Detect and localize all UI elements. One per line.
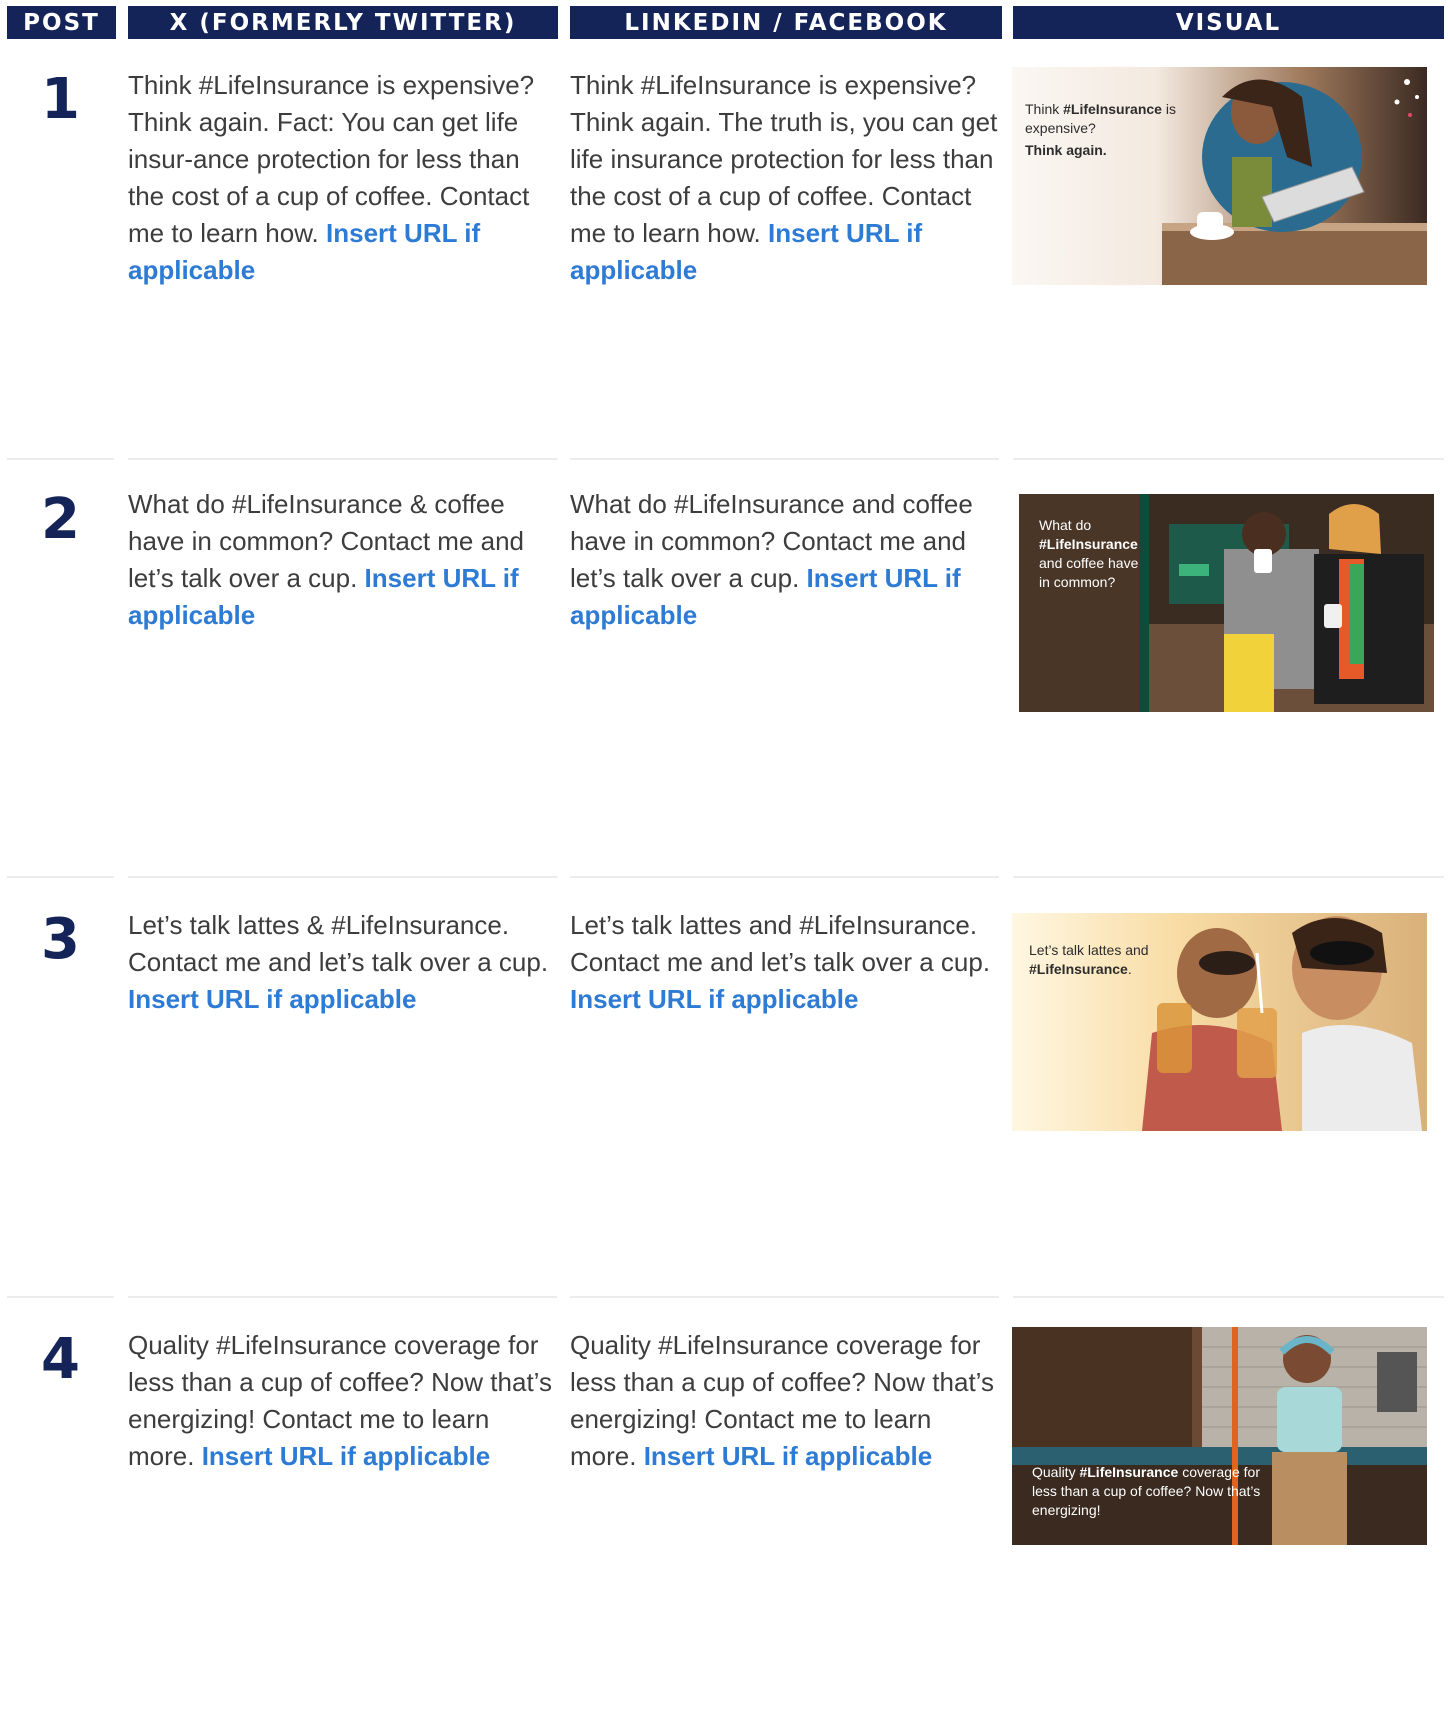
x-post-text: Let’s talk lattes & #LifeInsurance. Cont… — [128, 907, 556, 1018]
caption-text: . — [1127, 961, 1132, 977]
x-post-text: Quality #LifeInsurance coverage for less… — [128, 1327, 560, 1475]
caption-hashtag: #LifeInsurance — [1029, 961, 1128, 977]
row-divider — [128, 1296, 557, 1298]
insert-url-link[interactable]: Insert URL if applicable — [202, 1441, 490, 1471]
post-number: 1 — [41, 67, 80, 132]
row-divider — [570, 1296, 999, 1298]
caption-text: What do — [1039, 517, 1092, 533]
caption-hashtag: #LifeInsurance — [1039, 536, 1138, 552]
post-visual-image: What do #LifeInsurance and coffee have i… — [1019, 494, 1434, 712]
row-divider — [128, 876, 557, 878]
row-divider — [128, 458, 557, 460]
post-copy: Let’s talk lattes and #LifeInsurance. Co… — [570, 910, 991, 977]
post-visual-image: Quality #LifeInsurance coverage for less… — [1012, 1327, 1427, 1545]
visual-caption: Think #LifeInsurance is expensive? Think… — [1025, 100, 1185, 160]
row-divider — [1013, 1296, 1444, 1298]
row-divider — [1013, 458, 1444, 460]
header-visual: VISUAL — [1013, 6, 1444, 39]
insert-url-link[interactable]: Insert URL if applicable — [128, 984, 416, 1014]
linkedin-post-text: What do #LifeInsurance and coffee have i… — [570, 486, 1000, 634]
insert-url-link[interactable]: Insert URL if applicable — [644, 1441, 932, 1471]
caption-text: Let’s talk lattes and — [1029, 942, 1149, 958]
post-number: 3 — [41, 907, 80, 972]
caption-text: Think again. — [1025, 142, 1107, 158]
post-visual-image: Let’s talk lattes and #LifeInsurance. — [1012, 913, 1427, 1131]
caption-text: Quality — [1032, 1464, 1076, 1480]
row-divider — [7, 458, 114, 460]
post-number: 4 — [41, 1327, 80, 1392]
header-x: X (FORMERLY TWITTER) — [128, 6, 558, 39]
row-divider — [1013, 876, 1444, 878]
post-visual-image: Think #LifeInsurance is expensive? Think… — [1012, 67, 1427, 285]
caption-hashtag: #LifeInsurance — [1063, 101, 1162, 117]
caption-hashtag: #LifeInsurance — [1079, 1464, 1179, 1480]
insert-url-link[interactable]: Insert URL if applicable — [570, 984, 858, 1014]
post-number: 2 — [41, 487, 80, 552]
post-copy: Let’s talk lattes & #LifeInsurance. Cont… — [128, 910, 549, 977]
header-linkedin: LINKEDIN / FACEBOOK — [570, 6, 1002, 39]
row-divider — [570, 876, 999, 878]
linkedin-post-text: Think #LifeInsurance is expensive? Think… — [570, 67, 1000, 289]
row-divider — [570, 458, 999, 460]
x-post-text: Think #LifeInsurance is expensive? Think… — [128, 67, 556, 289]
caption-text: Think — [1025, 101, 1060, 117]
caption-text: and coffee have in common? — [1039, 555, 1139, 590]
row-divider — [7, 1296, 114, 1298]
visual-caption: What do #LifeInsurance and coffee have i… — [1039, 516, 1149, 592]
linkedin-post-text: Let’s talk lattes and #LifeInsurance. Co… — [570, 907, 1000, 1018]
linkedin-post-text: Quality #LifeInsurance coverage for less… — [570, 1327, 1002, 1475]
x-post-text: What do #LifeInsurance & coffee have in … — [128, 486, 556, 634]
row-divider — [7, 876, 114, 878]
visual-caption: Quality #LifeInsurance coverage for less… — [1032, 1463, 1262, 1520]
header-post: POST — [7, 6, 116, 39]
visual-caption: Let’s talk lattes and #LifeInsurance. — [1029, 941, 1189, 979]
